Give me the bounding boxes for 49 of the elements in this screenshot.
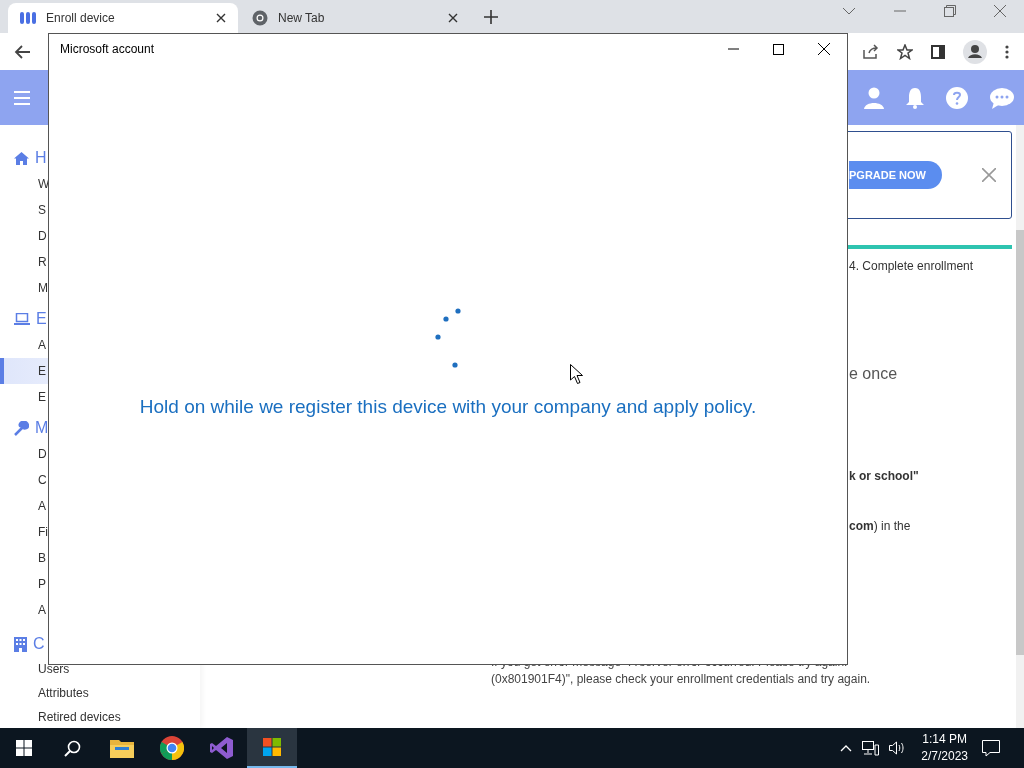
clock-date[interactable]: 2/7/2023 <box>921 748 968 765</box>
menu-icon[interactable] <box>1005 44 1009 59</box>
speaker-icon[interactable] <box>889 741 906 755</box>
sidebar-item[interactable]: Attributes <box>0 681 200 705</box>
scrollbar-thumb[interactable] <box>1016 230 1024 655</box>
close-icon[interactable] <box>216 13 226 23</box>
mouse-cursor-icon <box>570 364 583 384</box>
chrome-icon <box>160 736 184 760</box>
avatar-icon[interactable] <box>963 39 987 64</box>
share-icon[interactable] <box>863 44 879 59</box>
close-icon[interactable] <box>448 13 458 23</box>
folder-icon <box>110 738 134 758</box>
browser-tab[interactable]: Enroll device <box>8 3 238 33</box>
building-icon <box>14 636 27 652</box>
search-icon[interactable] <box>64 739 81 757</box>
window-title: Microsoft account <box>60 42 155 56</box>
back-arrow-icon[interactable] <box>14 44 30 59</box>
section-title: M <box>35 419 49 437</box>
section-title: H <box>35 149 47 167</box>
clock-time[interactable]: 1:14 PM <box>922 731 967 748</box>
step-label: 4. Complete enrollment <box>849 259 974 273</box>
browser-tab[interactable]: New Tab <box>240 3 470 33</box>
bars-icon <box>20 11 36 25</box>
section-title: C <box>33 635 45 653</box>
infinity-icon <box>210 736 234 760</box>
laptop-icon <box>14 313 30 325</box>
new-tab-icon[interactable] <box>484 10 498 24</box>
section-title: E <box>36 310 47 328</box>
network-icon[interactable] <box>862 740 880 756</box>
maximize-icon[interactable] <box>773 43 784 55</box>
spinner-icon <box>435 308 461 368</box>
status-message: Hold on while we register this device with your company and apply policy. <box>139 396 757 418</box>
instruction-text: com) in the <box>849 519 911 533</box>
home-icon <box>14 151 29 165</box>
sidebar-item[interactable]: Retired devices <box>0 705 200 728</box>
wrench-icon <box>14 420 29 436</box>
close-icon[interactable] <box>818 43 830 55</box>
notification-icon[interactable] <box>982 739 1000 757</box>
store-icon <box>263 738 281 756</box>
taskbar-app[interactable] <box>247 728 297 768</box>
chevron-up-icon[interactable] <box>840 744 853 752</box>
restore-icon[interactable] <box>944 5 956 17</box>
heading-text: e once <box>849 365 898 383</box>
windows-icon[interactable] <box>16 740 32 756</box>
side-panel-icon[interactable] <box>931 44 945 59</box>
chevron-down-icon[interactable] <box>842 7 856 15</box>
star-icon[interactable] <box>897 43 913 60</box>
chrome-icon <box>252 10 268 26</box>
instruction-text: k or school" <box>849 469 919 483</box>
